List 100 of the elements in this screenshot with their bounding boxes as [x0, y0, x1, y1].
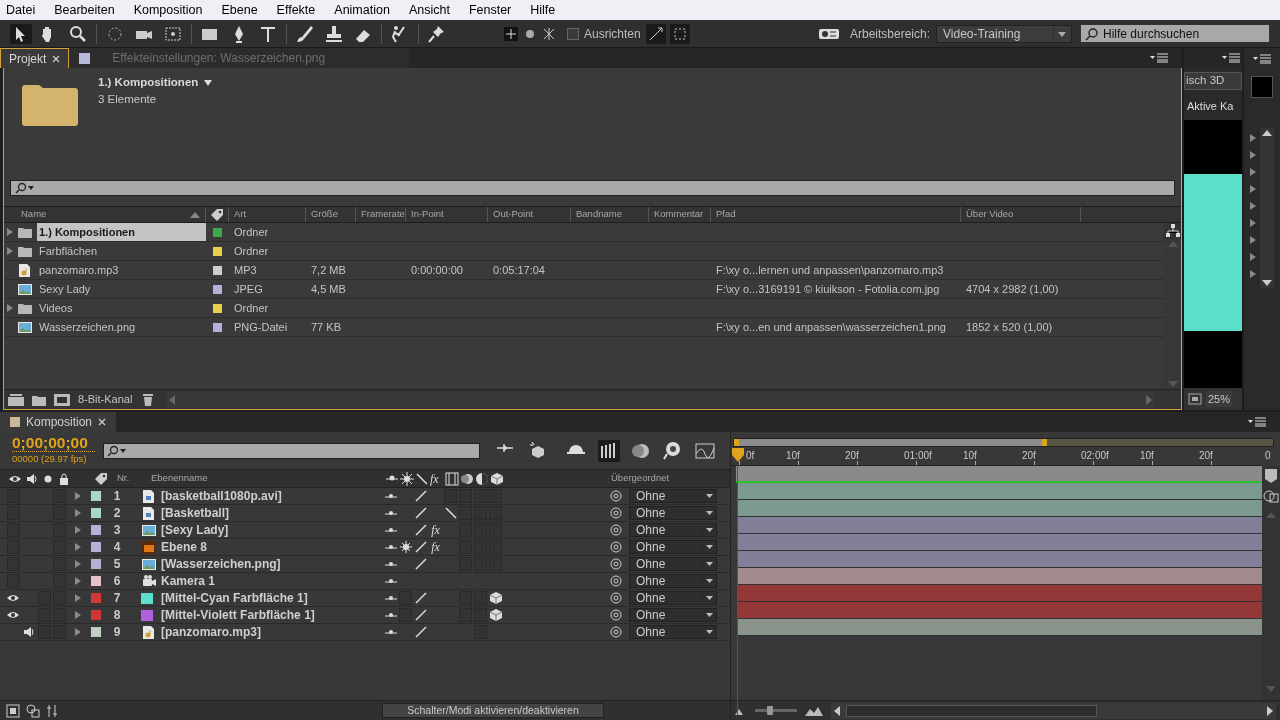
close-icon[interactable]	[52, 54, 61, 63]
layer-name[interactable]: [Wasserzeichen.png]	[161, 555, 379, 573]
menu-item[interactable]: Komposition	[133, 0, 203, 20]
layer-name[interactable]: [basketball1080p.avi]	[161, 487, 379, 505]
3d-cube-icon[interactable]	[488, 608, 503, 622]
column-header[interactable]: Nr.	[117, 471, 145, 486]
motion-blur-switch-icon[interactable]	[460, 471, 475, 486]
layer-duration-bar[interactable]	[737, 568, 1262, 585]
expand-arrow-icon[interactable]	[75, 628, 81, 636]
label-color-swatch[interactable]	[91, 508, 101, 518]
panel-menu-icon[interactable]	[1222, 53, 1240, 63]
workspace-dropdown[interactable]: Video-Training	[936, 24, 1072, 43]
expand-arrow-icon[interactable]	[75, 594, 81, 602]
quality-icon[interactable]	[413, 506, 428, 520]
layer-duration-bar[interactable]	[737, 500, 1262, 517]
column-header[interactable]: Out-Point	[493, 207, 534, 222]
work-area-bar[interactable]	[733, 437, 1274, 447]
view-button[interactable]: isch 3D	[1184, 72, 1242, 90]
menu-item[interactable]: Ebene	[221, 0, 258, 20]
expand-arrow-icon[interactable]	[7, 304, 13, 312]
column-header[interactable]: Übergeordnet	[611, 471, 670, 486]
label-color-swatch[interactable]	[213, 265, 222, 275]
parent-dropdown[interactable]: Ohne	[629, 557, 717, 571]
stamp-tool-icon[interactable]	[323, 23, 345, 44]
label-color-swatch[interactable]	[91, 491, 101, 501]
project-item[interactable]: Farbflächen	[37, 242, 206, 260]
workspace-settings-icon[interactable]	[817, 26, 840, 41]
panel-tab[interactable]: Komposition	[0, 412, 117, 432]
column-header[interactable]: Ebenenname	[151, 471, 383, 486]
expand-arrow-icon[interactable]	[75, 543, 81, 551]
frame-blend-switch-icon[interactable]	[445, 471, 460, 486]
parent-dropdown[interactable]: Ohne	[629, 574, 717, 588]
scrollbar-track[interactable]	[1260, 128, 1274, 288]
layer-name[interactable]: [Mittel-Violett Farbfläche 1]	[161, 606, 379, 624]
expand-arrow-icon[interactable]	[1250, 151, 1256, 159]
collapse-switch-icon[interactable]	[400, 471, 415, 486]
dropdown-arrow-icon[interactable]	[204, 79, 213, 86]
label-tag-icon[interactable]	[93, 471, 109, 486]
label-tag-icon[interactable]	[209, 207, 225, 222]
layer-name[interactable]: Ebene 8	[161, 538, 379, 556]
flowchart-icon[interactable]	[1165, 224, 1180, 238]
expand-arrow-icon[interactable]	[1250, 134, 1256, 142]
parent-dropdown[interactable]: Ohne	[629, 540, 717, 554]
eye-icon[interactable]	[8, 473, 22, 484]
frame-blending-icon[interactable]	[598, 439, 620, 462]
column-header[interactable]: Bandname	[576, 207, 622, 222]
toggle-switches-button[interactable]: Schalter/Modi aktivieren/deaktivieren	[382, 703, 604, 718]
comp-mini-flowchart-icon[interactable]	[6, 703, 20, 718]
project-item[interactable]: Videos	[37, 299, 206, 317]
collapse-icon[interactable]	[398, 540, 413, 554]
pick-whip-icon[interactable]	[610, 541, 622, 553]
panel-tab[interactable]: Projekt	[0, 48, 70, 68]
new-composition-icon[interactable]	[54, 393, 70, 406]
zoom-in-icon[interactable]	[805, 705, 823, 716]
expand-arrow-icon[interactable]	[1250, 219, 1256, 227]
column-header[interactable]: In-Point	[411, 207, 444, 222]
sort-arrow-icon[interactable]	[190, 211, 200, 218]
label-color-swatch[interactable]	[91, 525, 101, 535]
in-out-pane-icon[interactable]	[46, 703, 58, 718]
pick-whip-icon[interactable]	[610, 575, 622, 587]
expand-arrow-icon[interactable]	[1250, 253, 1256, 261]
menu-item[interactable]: Effekte	[276, 0, 316, 20]
column-header[interactable]: Name	[9, 207, 190, 222]
snap-center-icon[interactable]	[669, 23, 690, 44]
project-search-field[interactable]	[10, 180, 1175, 196]
interpret-footage-icon[interactable]	[8, 393, 24, 406]
expand-arrow-icon[interactable]	[75, 509, 81, 517]
quality-switch-icon[interactable]	[415, 471, 430, 486]
label-color-swatch[interactable]	[213, 303, 222, 313]
pick-whip-icon[interactable]	[610, 558, 622, 570]
quality-icon[interactable]	[413, 557, 428, 571]
label-color-swatch[interactable]	[91, 610, 101, 620]
project-item[interactable]: Sexy Lady	[37, 280, 206, 298]
pick-whip-icon[interactable]	[610, 592, 622, 604]
quality-icon[interactable]	[413, 591, 428, 605]
quality-icon[interactable]	[413, 625, 428, 639]
parent-dropdown[interactable]: Ohne	[629, 591, 717, 605]
column-header[interactable]: Art	[234, 207, 247, 222]
layer-name[interactable]: [Basketball]	[161, 504, 379, 522]
adjustment-switch-icon[interactable]	[475, 471, 490, 486]
zoom-slider[interactable]	[755, 709, 797, 712]
3d-cube-icon[interactable]	[488, 591, 503, 605]
column-header[interactable]: Größe	[311, 207, 338, 222]
region-icon[interactable]	[1188, 393, 1202, 405]
expand-arrow-icon[interactable]	[7, 247, 13, 255]
color-swatch[interactable]	[1251, 76, 1273, 98]
expand-arrow-icon[interactable]	[75, 560, 81, 568]
layer-duration-bar[interactable]	[737, 534, 1262, 551]
panel-menu-icon[interactable]	[1253, 54, 1271, 64]
snap-checkbox[interactable]	[567, 27, 579, 40]
bit-depth-button[interactable]: 8-Bit-Kanal	[78, 391, 133, 408]
layer-duration-bar[interactable]	[737, 517, 1262, 534]
pick-whip-icon[interactable]	[610, 490, 622, 502]
label-color-swatch[interactable]	[213, 284, 222, 294]
expand-arrow-icon[interactable]	[75, 492, 81, 500]
horizontal-scrollbar[interactable]	[831, 702, 1276, 719]
label-color-swatch[interactable]	[213, 322, 222, 332]
scrollbar-thumb[interactable]	[846, 704, 1097, 717]
column-header[interactable]: Über Video	[966, 207, 1014, 222]
expand-arrow-icon[interactable]	[75, 577, 81, 585]
